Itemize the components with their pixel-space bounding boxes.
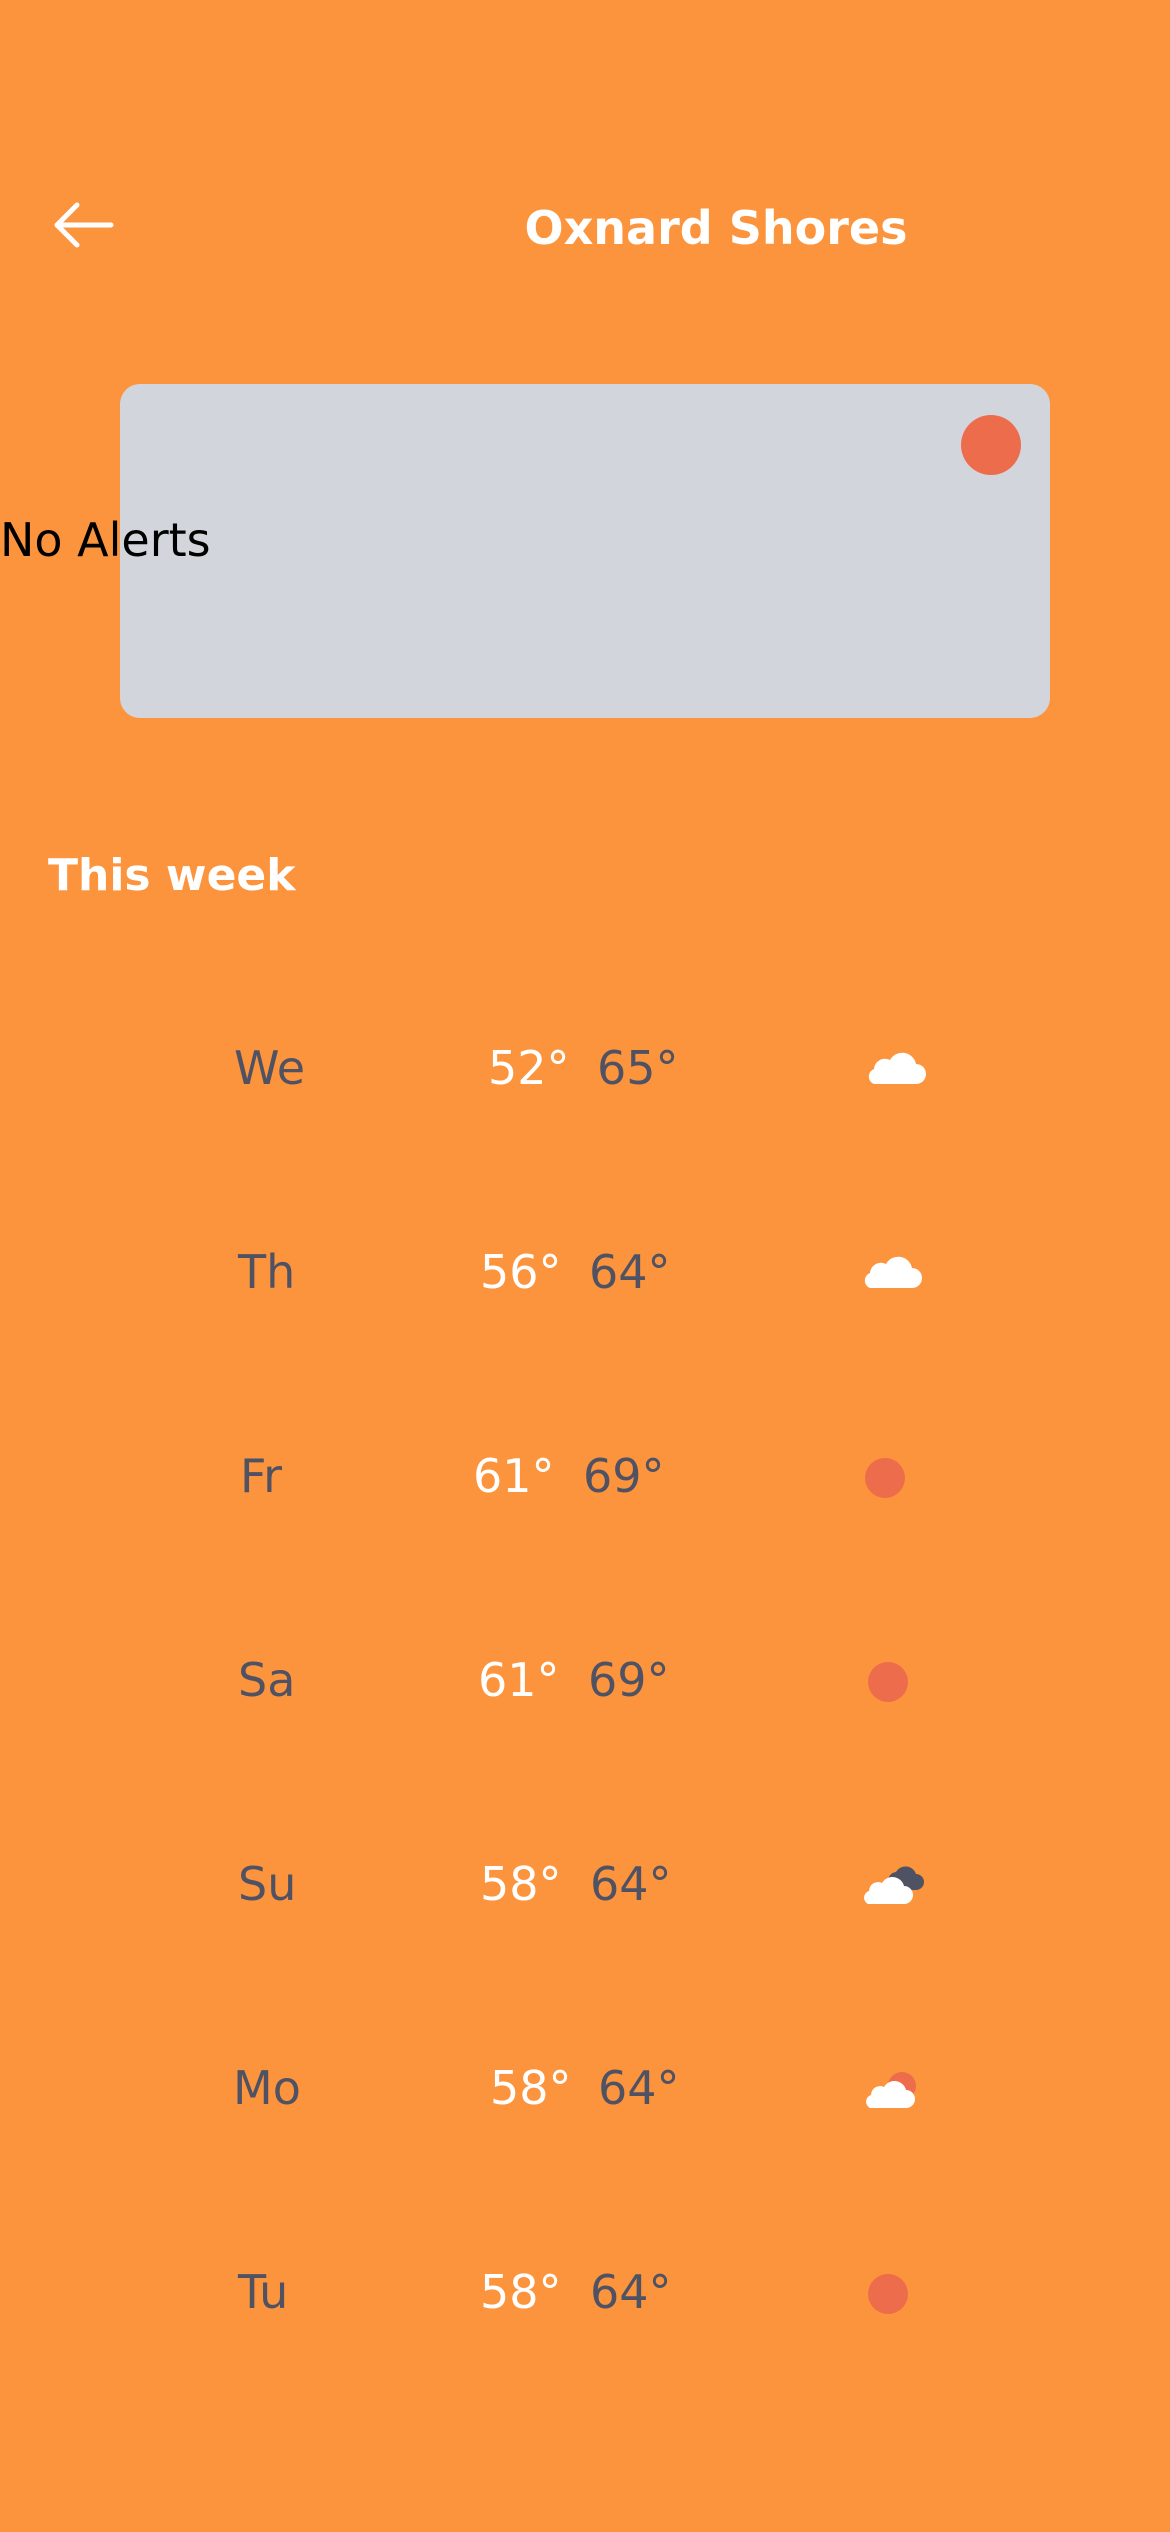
forecast-high-temp: 64°	[589, 1245, 671, 1299]
sun-icon	[856, 2268, 926, 2318]
forecast-row: Tu 58° 64°	[0, 2242, 1170, 2342]
forecast-high-temp: 64°	[590, 2265, 672, 2319]
page-title: Oxnard Shores	[524, 201, 908, 255]
forecast-low-temp: 52°	[488, 1041, 570, 1095]
forecast-row: Sa 61° 69°	[0, 1630, 1170, 1730]
forecast-low-temp: 58°	[480, 2265, 562, 2319]
forecast-day: Fr	[240, 1449, 283, 1503]
forecast-day: Mo	[233, 2061, 301, 2115]
forecast-low-temp: 58°	[480, 1857, 562, 1911]
forecast-high-temp: 65°	[597, 1041, 679, 1095]
forecast-day: Th	[238, 1245, 296, 1299]
forecast-low-temp: 56°	[480, 1245, 562, 1299]
cloud-icon	[856, 1248, 926, 1298]
forecast-row: Th 56° 64°	[0, 1222, 1170, 1322]
alert-indicator	[961, 415, 1021, 475]
alert-card	[120, 384, 1050, 718]
forecast-low-temp: 61°	[478, 1653, 560, 1707]
forecast-row: Mo 58° 64°	[0, 2038, 1170, 2138]
forecast-high-temp: 64°	[590, 1857, 672, 1911]
alert-message: No Alerts	[0, 513, 211, 567]
forecast-high-temp: 69°	[588, 1653, 670, 1707]
section-title: This week	[48, 850, 296, 901]
sun-icon	[853, 1452, 923, 1502]
forecast-row: We 52° 65°	[0, 1018, 1170, 1118]
forecast-row: Su 58° 64°	[0, 1834, 1170, 1934]
forecast-day: Sa	[238, 1653, 296, 1707]
cloudy-icon	[858, 1860, 928, 1910]
forecast-low-temp: 61°	[473, 1449, 555, 1503]
sun-icon	[856, 1656, 926, 1706]
partly-cloudy-icon	[858, 2064, 928, 2114]
forecast-low-temp: 58°	[490, 2061, 572, 2115]
cloud-icon	[860, 1044, 930, 1094]
header: Oxnard Shores	[0, 0, 1170, 300]
forecast-high-temp: 64°	[598, 2061, 680, 2115]
forecast-day: We	[234, 1041, 306, 1095]
forecast-row: Fr 61° 69°	[0, 1426, 1170, 1526]
forecast-high-temp: 69°	[583, 1449, 665, 1503]
forecast-day: Su	[238, 1857, 297, 1911]
forecast-day: Tu	[238, 2265, 289, 2319]
